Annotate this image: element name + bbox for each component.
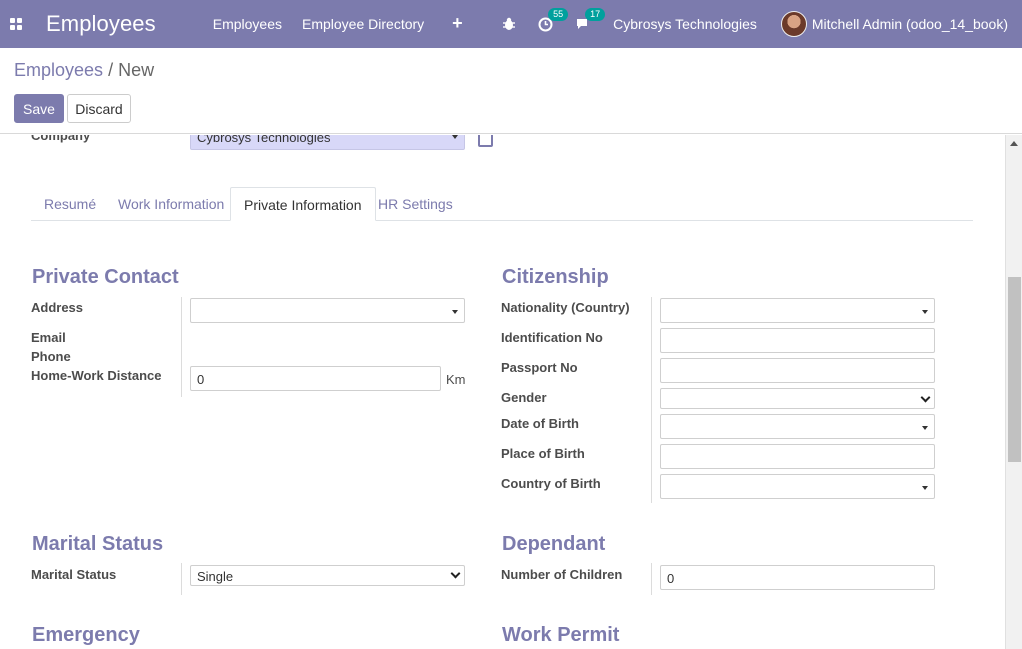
dropdown-caret-icon xyxy=(922,486,928,490)
place-of-birth-label: Place of Birth xyxy=(501,446,585,461)
scroll-thumb[interactable] xyxy=(1008,277,1021,462)
company-value: Cybrosys Technologies xyxy=(197,135,331,145)
user-menu[interactable]: Mitchell Admin (odoo_14_book) xyxy=(780,11,1008,37)
divider xyxy=(651,297,652,503)
private-contact-title: Private Contact xyxy=(32,266,179,288)
address-label: Address xyxy=(31,300,84,315)
company-select[interactable]: Cybrosys Technologies xyxy=(190,135,465,150)
company-label: Company xyxy=(31,135,91,143)
dependant-title: Dependant xyxy=(502,533,606,555)
breadcrumb-separator: / xyxy=(108,60,114,80)
nationality-label: Nationality (Country) xyxy=(501,300,630,315)
work-permit-title: Work Permit xyxy=(502,624,620,646)
tab-hr-settings[interactable]: HR Settings xyxy=(365,187,466,221)
activity-count-badge: 55 xyxy=(548,7,569,21)
distance-unit: Km xyxy=(446,372,466,387)
number-of-children-label: Number of Children xyxy=(501,567,623,582)
country-of-birth-label: Country of Birth xyxy=(501,476,601,491)
citizenship-title: Citizenship xyxy=(502,266,609,288)
phone-label: Phone xyxy=(31,349,71,364)
chevron-down-icon xyxy=(450,568,461,579)
discard-button[interactable]: Discard xyxy=(67,94,131,123)
marital-status-label: Marital Status xyxy=(31,567,117,582)
chevron-down-icon xyxy=(920,392,931,403)
divider xyxy=(181,297,182,397)
messages-count-badge: 17 xyxy=(585,8,606,21)
bug-icon[interactable] xyxy=(502,17,516,31)
tab-resume[interactable]: Resumé xyxy=(31,187,109,221)
apps-menu-icon[interactable] xyxy=(2,0,30,48)
top-navbar: Employees Employees Employee Directory +… xyxy=(0,0,1022,48)
passport-input[interactable] xyxy=(660,358,935,383)
identification-label: Identification No xyxy=(501,330,603,345)
marital-status-value: Single xyxy=(197,569,234,584)
avatar xyxy=(780,11,807,37)
app-title[interactable]: Employees xyxy=(46,11,156,37)
identification-input[interactable] xyxy=(660,328,935,353)
activity-clock-icon[interactable]: 55 xyxy=(538,7,569,32)
date-of-birth-label: Date of Birth xyxy=(501,416,579,431)
save-button[interactable]: Save xyxy=(14,94,64,123)
vertical-scrollbar[interactable] xyxy=(1005,135,1022,649)
tab-private-information[interactable]: Private Information xyxy=(230,187,376,221)
nationality-select[interactable] xyxy=(660,298,935,323)
quick-create-plus-icon[interactable]: + xyxy=(452,14,463,32)
tab-work-information[interactable]: Work Information xyxy=(105,187,237,221)
passport-label: Passport No xyxy=(501,360,578,375)
company-switcher[interactable]: Cybrosys Technologies xyxy=(613,16,757,32)
marital-status-title: Marital Status xyxy=(32,533,164,555)
breadcrumb: Employees / New xyxy=(14,60,154,81)
form-sheet: Company Cybrosys Technologies Resumé Wor… xyxy=(0,135,1005,649)
number-of-children-input[interactable]: 0 xyxy=(660,565,935,590)
notebook-tabs: Resumé Work Information Private Informat… xyxy=(31,187,973,221)
divider xyxy=(651,563,652,595)
country-of-birth-select[interactable] xyxy=(660,474,935,499)
breadcrumb-current: New xyxy=(118,60,155,80)
gender-select[interactable] xyxy=(660,388,935,409)
address-select[interactable] xyxy=(190,298,465,323)
emergency-title: Emergency xyxy=(32,624,140,646)
home-work-distance-input[interactable]: 0 xyxy=(190,366,441,391)
dropdown-caret-icon xyxy=(452,310,458,314)
control-panel: Employees / New Save Discard xyxy=(0,48,1022,134)
top-menu: Employees Employee Directory + xyxy=(213,14,483,32)
dropdown-caret-icon xyxy=(922,310,928,314)
place-of-birth-input[interactable] xyxy=(660,444,935,469)
menu-employee-directory[interactable]: Employee Directory xyxy=(302,16,424,32)
systray: 55 17 Cybrosys Technologies Mitchell Adm… xyxy=(502,0,1022,48)
date-of-birth-input[interactable] xyxy=(660,414,935,439)
gender-label: Gender xyxy=(501,390,547,405)
scroll-up-arrow-icon[interactable] xyxy=(1010,141,1018,146)
user-name: Mitchell Admin (odoo_14_book) xyxy=(811,16,1008,32)
external-link-icon[interactable] xyxy=(478,135,493,147)
marital-status-select[interactable]: Single xyxy=(190,565,465,586)
email-label: Email xyxy=(31,330,66,345)
divider xyxy=(181,563,182,595)
home-work-distance-label: Home-Work Distance xyxy=(31,368,162,383)
dropdown-caret-icon xyxy=(922,426,928,430)
dropdown-caret-icon xyxy=(452,135,458,139)
menu-employees[interactable]: Employees xyxy=(213,16,282,32)
breadcrumb-employees-link[interactable]: Employees xyxy=(14,60,103,80)
chat-icon[interactable]: 17 xyxy=(575,8,606,31)
